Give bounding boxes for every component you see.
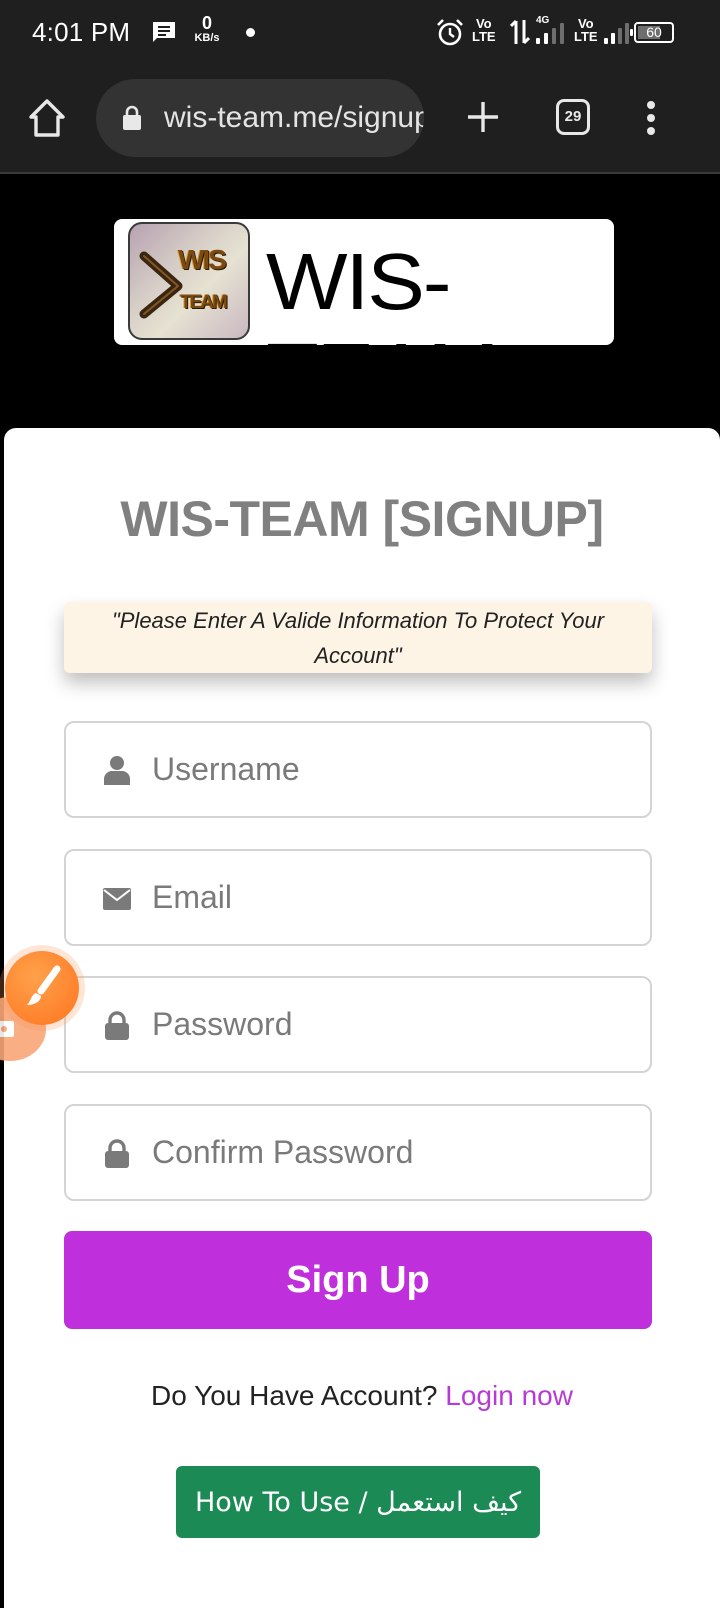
email-field[interactable]	[64, 849, 652, 946]
notice-banner: "Please Enter A Valide Information To Pr…	[64, 602, 652, 673]
signal-icon	[536, 22, 566, 44]
net-speed: 0 KB/s	[190, 14, 224, 44]
how-to-use-button[interactable]: How To Use / كيف استعمل	[176, 1466, 540, 1538]
username-field[interactable]	[64, 721, 652, 818]
message-icon	[153, 22, 175, 42]
battery-level: 60	[646, 24, 662, 40]
tabs-button[interactable]: 29	[556, 99, 590, 135]
volte-indicator-2: Vo LTE	[574, 17, 598, 43]
username-input[interactable]	[152, 723, 632, 816]
volte-indicator-1: Vo LTE	[472, 17, 496, 43]
login-prompt: Do You Have Account? Login now	[4, 1380, 720, 1412]
data-arrows-icon	[510, 19, 530, 45]
login-link[interactable]: Login now	[445, 1380, 573, 1411]
email-input[interactable]	[152, 851, 632, 944]
password-input[interactable]	[152, 978, 632, 1071]
draw-overlay-button[interactable]	[5, 951, 79, 1025]
lock-icon	[123, 105, 141, 130]
confirm-password-field[interactable]	[64, 1104, 652, 1201]
password-field[interactable]	[64, 976, 652, 1073]
status-time: 4:01 PM	[32, 17, 131, 47]
confirm-password-input[interactable]	[152, 1106, 632, 1199]
logo-banner: WIS TEAM WIS-TEAM	[114, 219, 614, 416]
net-speed-value: 0	[201, 13, 212, 33]
volte-bottom: LTE	[574, 29, 598, 44]
envelope-icon	[103, 888, 131, 910]
volte-bottom: LTE	[472, 29, 496, 44]
logo-wordmark: WIS-TEAM	[266, 237, 500, 416]
logo-icon-text-1: WIS	[178, 244, 227, 275]
net-speed-unit: KB/s	[194, 32, 220, 44]
alarm-icon	[437, 19, 463, 46]
browser-toolbar: wis-team.me/signup 29	[0, 66, 720, 174]
more-vert-icon[interactable]	[644, 100, 658, 136]
page-title: WIS-TEAM [SIGNUP]	[120, 491, 604, 547]
paintbrush-icon	[27, 965, 61, 1005]
login-prompt-text: Do You Have Account?	[151, 1380, 438, 1411]
signup-card: WIS-TEAM [SIGNUP] "Please Enter A Valide…	[4, 428, 720, 1608]
lock-icon	[105, 1011, 129, 1040]
logo-icon-text-2: TEAM	[180, 292, 228, 313]
status-bar: 4:01 PM 0 KB/s Vo LTE 4G Vo LTE 60	[0, 0, 720, 66]
notification-dot-icon	[246, 28, 255, 37]
signal-icon	[604, 22, 629, 44]
page: WIS TEAM WIS-TEAM WIS-TEAM [SIGNUP] "Ple…	[0, 176, 720, 1608]
home-icon[interactable]	[28, 98, 66, 138]
lock-icon	[105, 1139, 129, 1168]
user-icon	[104, 756, 130, 785]
logo-icon: WIS TEAM	[128, 222, 250, 340]
url-text[interactable]: wis-team.me/signup	[164, 101, 424, 135]
address-bar[interactable]: wis-team.me/signup	[96, 79, 424, 157]
video-camera-icon	[0, 1021, 14, 1037]
battery-icon: 60	[630, 22, 674, 43]
plus-icon[interactable]	[466, 100, 500, 134]
sign-up-button[interactable]: Sign Up	[64, 1231, 652, 1329]
